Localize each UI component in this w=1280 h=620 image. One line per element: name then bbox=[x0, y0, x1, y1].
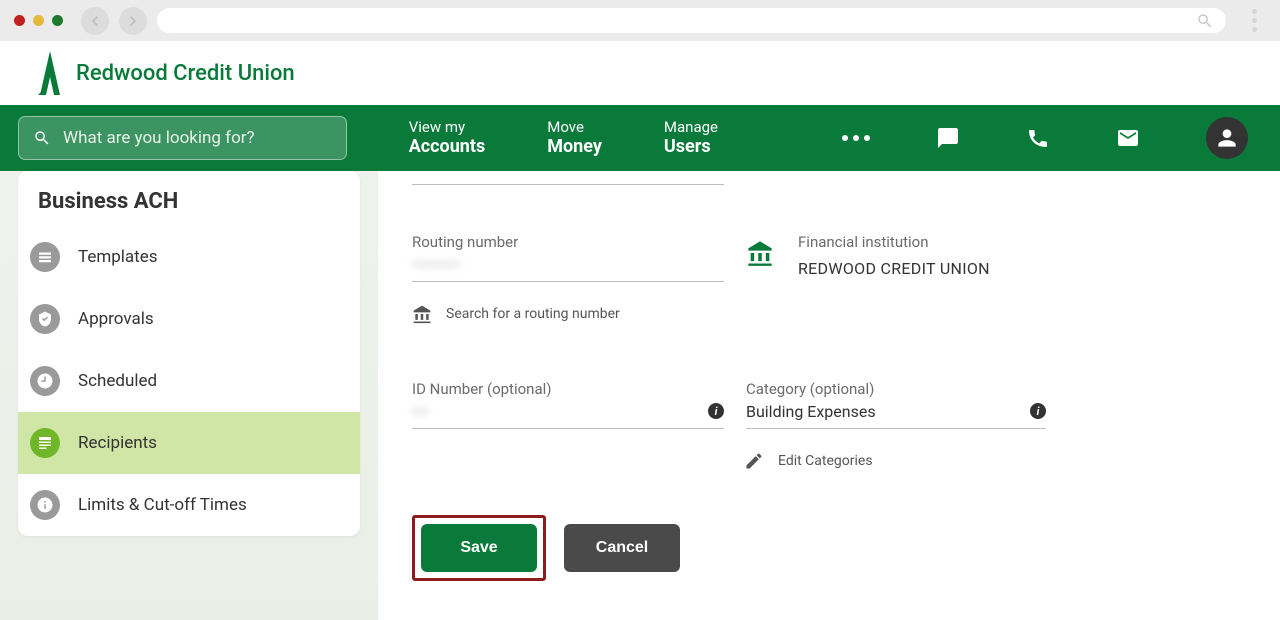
info-icon[interactable]: i bbox=[1030, 403, 1046, 419]
sidebar-title: Business ACH bbox=[18, 171, 360, 226]
edit-categories-link[interactable]: Edit Categories bbox=[744, 451, 1250, 471]
search-icon bbox=[33, 129, 51, 147]
routing-number-value: ••••••••• bbox=[412, 255, 724, 277]
chat-icon[interactable] bbox=[936, 126, 960, 150]
clock-icon bbox=[30, 366, 60, 396]
sidebar-item-label: Approvals bbox=[78, 309, 154, 329]
category-value: Building Expenses bbox=[746, 402, 1046, 424]
more-menu-icon[interactable] bbox=[842, 135, 870, 141]
templates-icon bbox=[30, 242, 60, 272]
sidebar-item-limits[interactable]: Limits & Cut-off Times bbox=[18, 474, 360, 536]
sidebar-item-scheduled[interactable]: Scheduled bbox=[18, 350, 360, 412]
browser-back-button[interactable] bbox=[81, 7, 109, 35]
brand-logo[interactable]: Redwood Credit Union bbox=[34, 49, 295, 97]
close-window-icon[interactable] bbox=[14, 15, 25, 26]
field-divider bbox=[412, 184, 724, 185]
financial-institution-label: Financial institution bbox=[798, 233, 990, 251]
sidebar-item-label: Limits & Cut-off Times bbox=[78, 495, 247, 515]
bank-icon bbox=[746, 239, 774, 271]
pencil-icon bbox=[744, 451, 764, 471]
main-form: Routing number ••••••••• Financial insti… bbox=[378, 171, 1280, 620]
id-number-label: ID Number (optional) bbox=[412, 380, 724, 398]
sidebar-item-approvals[interactable]: Approvals bbox=[18, 288, 360, 350]
sidebar-card: Business ACH Templates Approvals Schedul… bbox=[18, 171, 360, 536]
bank-icon bbox=[412, 304, 432, 324]
search-icon bbox=[1196, 12, 1214, 30]
recipients-icon bbox=[30, 428, 60, 458]
browser-chrome bbox=[0, 0, 1280, 41]
sidebar-item-templates[interactable]: Templates bbox=[18, 226, 360, 288]
financial-institution-value: REDWOOD CREDIT UNION bbox=[798, 259, 990, 278]
edit-categories-label: Edit Categories bbox=[778, 453, 873, 469]
search-placeholder: What are you looking for? bbox=[63, 128, 255, 148]
minimize-window-icon[interactable] bbox=[33, 15, 44, 26]
maximize-window-icon[interactable] bbox=[52, 15, 63, 26]
person-icon bbox=[1214, 125, 1240, 151]
search-routing-link[interactable]: Search for a routing number bbox=[412, 304, 1250, 324]
nav-accounts[interactable]: View my Accounts bbox=[409, 118, 486, 158]
id-number-value: ••• bbox=[412, 402, 724, 424]
redwood-tree-icon bbox=[34, 49, 66, 97]
routing-number-label: Routing number bbox=[412, 233, 724, 251]
save-button[interactable]: Save bbox=[421, 524, 537, 572]
sidebar-item-label: Scheduled bbox=[78, 371, 157, 391]
info-icon[interactable]: i bbox=[708, 403, 724, 419]
category-label: Category (optional) bbox=[746, 380, 1046, 398]
nav-users[interactable]: Manage Users bbox=[664, 118, 718, 158]
phone-icon[interactable] bbox=[1026, 126, 1050, 150]
profile-avatar[interactable] bbox=[1206, 117, 1248, 159]
cancel-button[interactable]: Cancel bbox=[564, 524, 680, 572]
nav-money[interactable]: Move Money bbox=[547, 118, 602, 158]
sidebar-item-label: Recipients bbox=[78, 433, 157, 453]
logo-bar: Redwood Credit Union bbox=[0, 41, 1280, 105]
brand-name: Redwood Credit Union bbox=[76, 61, 295, 86]
id-number-field[interactable]: ID Number (optional) ••• i bbox=[412, 380, 724, 429]
browser-menu-icon[interactable] bbox=[1242, 9, 1266, 32]
site-search-input[interactable]: What are you looking for? bbox=[18, 116, 347, 160]
routing-number-field[interactable]: Routing number ••••••••• bbox=[412, 233, 724, 282]
category-field[interactable]: Category (optional) Building Expenses i bbox=[746, 380, 1046, 429]
search-routing-label: Search for a routing number bbox=[446, 306, 620, 322]
sidebar-item-recipients[interactable]: Recipients bbox=[18, 412, 360, 474]
primary-nav: What are you looking for? View my Accoun… bbox=[0, 105, 1280, 171]
browser-url-bar[interactable] bbox=[157, 8, 1226, 33]
mail-icon[interactable] bbox=[1116, 126, 1140, 150]
window-controls bbox=[14, 15, 63, 26]
browser-forward-button[interactable] bbox=[119, 7, 147, 35]
save-highlight-border: Save bbox=[412, 515, 546, 581]
sidebar-item-label: Templates bbox=[78, 247, 158, 267]
approvals-icon bbox=[30, 304, 60, 334]
info-icon bbox=[30, 490, 60, 520]
page-body: Business ACH Templates Approvals Schedul… bbox=[0, 171, 1280, 620]
